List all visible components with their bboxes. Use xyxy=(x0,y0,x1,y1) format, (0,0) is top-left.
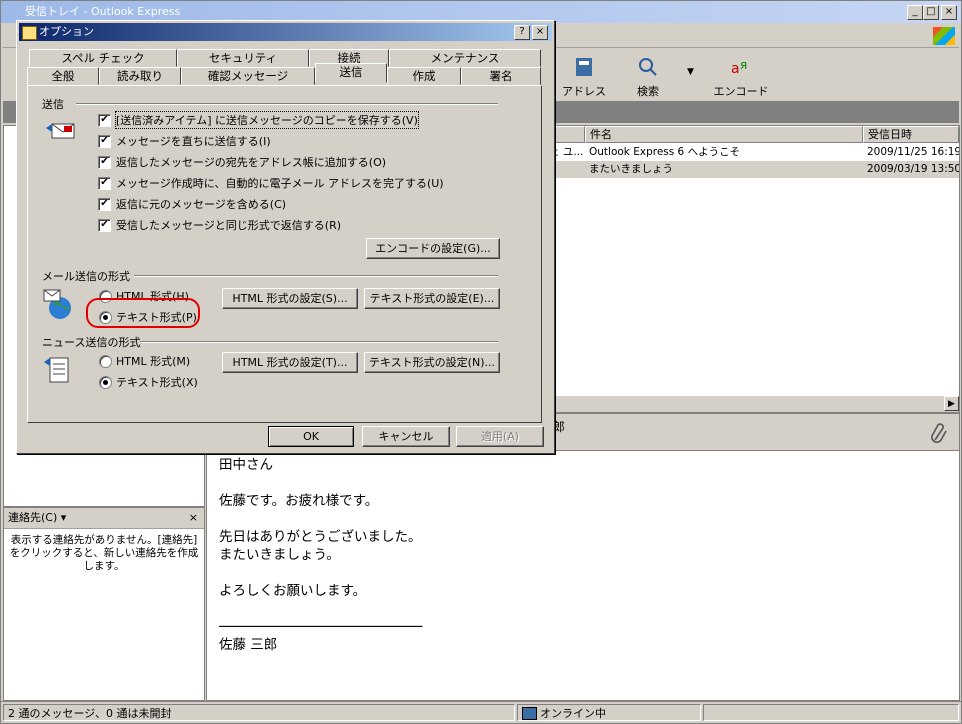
option-autocomplete-label[interactable]: メッセージ作成時に、自動的に電子メール アドレスを完了する(U) xyxy=(116,175,444,191)
mail-format-separator xyxy=(134,275,498,277)
option-autocomplete-checkbox[interactable]: ✔ xyxy=(98,177,111,190)
status-empty xyxy=(703,704,959,721)
maximize-button[interactable]: □ xyxy=(923,5,939,20)
status-message-count: 2 通のメッセージ、0 通は未開封 xyxy=(3,704,515,721)
contacts-empty-message: 表示する連絡先がありません。[連絡先] をクリックすると、新しい連絡先を作成しま… xyxy=(9,534,199,572)
row-received: 2009/11/25 16:19 xyxy=(867,146,959,158)
minimize-button[interactable]: _ xyxy=(907,5,923,20)
svg-text:я: я xyxy=(740,58,747,72)
options-dialog: オプション ? × スペル チェック セキュリティ 接続 メンテナンス 全般 読… xyxy=(16,20,555,454)
option-send-immediately-label[interactable]: メッセージを直ちに送信する(I) xyxy=(116,133,271,149)
send-group-title: 送信 xyxy=(42,98,64,111)
attachment-icon[interactable] xyxy=(929,422,949,444)
dialog-help-button[interactable]: ? xyxy=(514,25,530,40)
tab-signature[interactable]: 署名 xyxy=(461,67,541,85)
tab-receipts[interactable]: 確認メッセージ xyxy=(181,67,315,85)
scroll-right-icon[interactable]: ▶ xyxy=(944,396,959,411)
option-send-immediately-checkbox[interactable]: ✔ xyxy=(98,135,111,148)
option-include-original-checkbox[interactable]: ✔ xyxy=(98,198,111,211)
windows-logo-icon xyxy=(933,27,955,45)
close-button[interactable]: × xyxy=(941,5,957,20)
globe-mail-icon xyxy=(43,289,71,319)
apply-button[interactable]: 適用(A) xyxy=(456,426,544,447)
mail-html-settings-button[interactable]: HTML 形式の設定(S)... xyxy=(222,288,358,309)
contacts-close-icon[interactable]: × xyxy=(189,508,198,528)
mail-text-settings-button[interactable]: テキスト形式の設定(E)... xyxy=(364,288,500,309)
ok-button[interactable]: OK xyxy=(268,426,354,447)
row-subject: またいきましょう xyxy=(589,163,673,175)
tab-spell-check[interactable]: スペル チェック xyxy=(29,49,177,67)
news-format-separator xyxy=(140,341,498,343)
options-icon xyxy=(22,26,37,40)
news-document-icon xyxy=(44,357,69,383)
list-header-subject[interactable]: 件名 xyxy=(585,126,863,143)
send-envelope-icon xyxy=(46,123,75,139)
tab-compose[interactable]: 作成 xyxy=(387,67,461,85)
news-html-label[interactable]: HTML 形式(M) xyxy=(116,353,190,369)
encode-label: エンコード xyxy=(713,85,769,98)
address-book-button[interactable]: アドレス xyxy=(555,53,613,99)
row-received: 2009/03/19 13:50 xyxy=(867,163,959,175)
dialog-close-button[interactable]: × xyxy=(532,25,548,40)
row-subject: Outlook Express 6 へようこそ xyxy=(589,146,741,158)
preview-body: 田中さん 佐藤です。お疲れ様です。 先日はありがとうございました。 またいきまし… xyxy=(219,457,423,653)
news-format-title: ニュース送信の形式 xyxy=(42,336,141,349)
dialog-titlebar: オプション ? × xyxy=(19,23,552,41)
option-save-copy-label[interactable]: [送信済みアイテム] に送信メッセージのコピーを保存する(V) xyxy=(115,111,419,129)
preview-pane: 郎 田中さん 佐藤です。お疲れ様です。 先日はありがとうございました。 またいき… xyxy=(206,413,960,701)
address-book-label: アドレス xyxy=(562,85,606,98)
send-group-separator xyxy=(76,103,498,105)
search-icon xyxy=(639,58,657,76)
news-text-label[interactable]: テキスト形式(X) xyxy=(116,374,198,390)
tab-maintenance[interactable]: メンテナンス xyxy=(389,49,541,67)
option-include-original-label[interactable]: 返信に元のメッセージを含める(C) xyxy=(116,196,286,212)
contacts-pane: 連絡先(C) ▾ × 表示する連絡先がありません。[連絡先] をクリックすると、… xyxy=(3,507,205,701)
tab-send[interactable]: 送信 xyxy=(315,63,387,83)
option-add-to-address-book-label[interactable]: 返信したメッセージの宛先をアドレス帳に追加する(O) xyxy=(116,154,386,170)
svg-text:a: a xyxy=(731,61,740,77)
news-text-radio[interactable] xyxy=(99,376,112,389)
tab-general[interactable]: 全般 xyxy=(27,67,99,85)
mail-format-title: メール送信の形式 xyxy=(42,270,130,283)
highlight-circle xyxy=(86,298,200,328)
dialog-title: オプション xyxy=(39,25,94,38)
contacts-header-label[interactable]: 連絡先(C) ▾ xyxy=(8,511,66,524)
option-same-format-label[interactable]: 受信したメッセージと同じ形式で返信する(R) xyxy=(116,217,341,233)
option-save-copy-checkbox[interactable]: ✔ xyxy=(98,114,111,127)
list-header-received[interactable]: 受信日時 xyxy=(863,126,959,143)
cancel-button[interactable]: キャンセル xyxy=(362,426,450,447)
encode-icon: aя xyxy=(731,58,747,77)
encode-button[interactable]: aя エンコード xyxy=(709,53,773,99)
option-add-to-address-book-checkbox[interactable]: ✔ xyxy=(98,156,111,169)
status-bar: 2 通のメッセージ、0 通は未開封 オンライン中 xyxy=(1,701,961,724)
search-label: 検索 xyxy=(637,85,659,98)
computer-icon xyxy=(522,707,537,720)
status-online-label: オンライン中 xyxy=(540,707,606,720)
tab-read[interactable]: 読み取り xyxy=(99,67,181,85)
address-book-icon xyxy=(576,58,592,76)
tab-security[interactable]: セキュリティ xyxy=(177,49,309,67)
status-online: オンライン中 xyxy=(517,704,701,721)
encode-settings-button[interactable]: エンコードの設定(G)... xyxy=(366,238,500,259)
search-button[interactable]: 検索 xyxy=(619,53,677,99)
search-dropdown-icon[interactable]: ▼ xyxy=(687,67,694,77)
option-same-format-checkbox[interactable]: ✔ xyxy=(98,219,111,232)
contacts-header[interactable]: 連絡先(C) ▾ × xyxy=(4,508,204,529)
news-html-radio[interactable] xyxy=(99,355,112,368)
news-text-settings-button[interactable]: テキスト形式の設定(N)... xyxy=(364,352,500,373)
news-html-settings-button[interactable]: HTML 形式の設定(T)... xyxy=(222,352,358,373)
